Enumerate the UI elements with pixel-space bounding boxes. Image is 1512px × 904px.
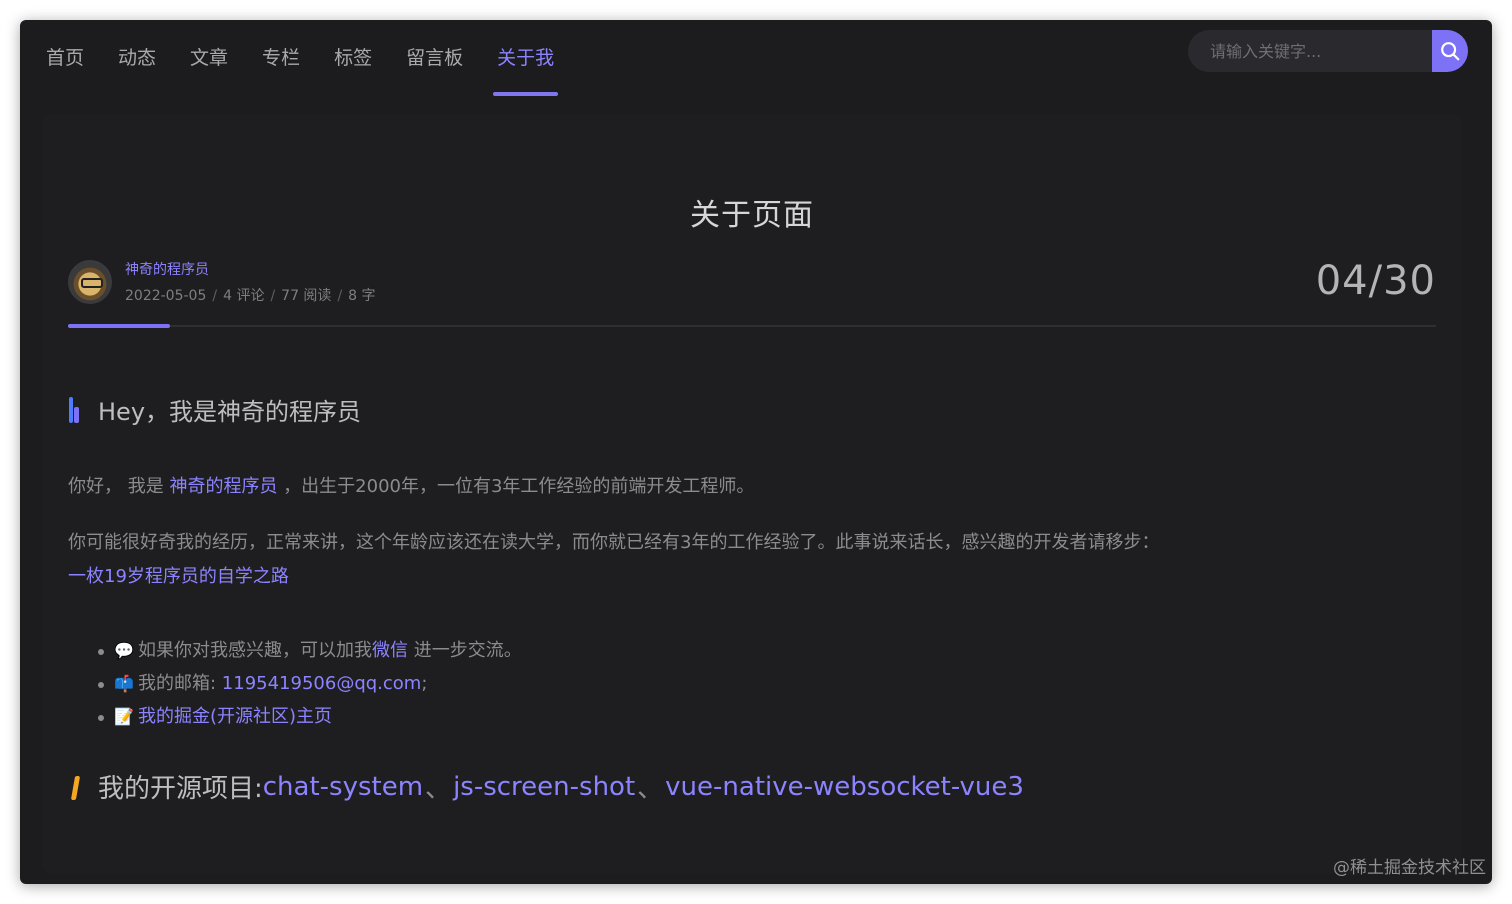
reading-progress-track — [68, 325, 1436, 327]
separator: / — [212, 288, 218, 304]
nav-item-guestbook[interactable]: 留言板 — [406, 20, 463, 92]
list-text: 我的邮箱: — [138, 673, 222, 694]
publish-date: 2022-05-05 — [125, 288, 207, 304]
list-text: 进一步交流。 — [408, 640, 522, 661]
nav-item-activity[interactable]: 动态 — [118, 20, 156, 92]
separator: 、 — [425, 774, 452, 804]
top-navigation-bar: 首页 动态 文章 专栏 标签 留言板 关于我 — [20, 20, 1492, 96]
author-link[interactable]: 神奇的程序员 — [169, 476, 277, 497]
separator: / — [337, 288, 343, 304]
story-text: 你可能很好奇我的经历，正常来讲，这个年龄应该还在读大学，而你就已经有3年的工作经… — [68, 532, 1160, 553]
project-link-chat-system[interactable]: chat-system — [263, 772, 423, 802]
list-text: ; — [421, 673, 428, 694]
separator: 、 — [637, 774, 664, 804]
wechat-link[interactable]: 微信 — [372, 640, 408, 661]
list-text: 如果你对我感兴趣，可以加我 — [138, 640, 372, 661]
section-heading-projects: 我的开源项目: chat-system 、 js-screen-shot 、 v… — [68, 768, 1024, 805]
browser-window: 首页 动态 文章 专栏 标签 留言板 关于我 关于页面 神奇的程序员 — [20, 20, 1492, 884]
nav-item-tags[interactable]: 标签 — [334, 20, 372, 92]
meta-text: 神奇的程序员 2022-05-05 / 4 评论 / 77 阅读 / 8 字 — [125, 259, 376, 305]
project-link-vue-native-websocket[interactable]: vue-native-websocket-vue3 — [665, 772, 1024, 802]
project-link-js-screen-shot[interactable]: js-screen-shot — [453, 772, 635, 802]
heading-mark-icon — [68, 774, 80, 800]
search-box — [1188, 30, 1468, 72]
list-item: 📫 我的邮箱: 1195419506@qq.com; — [96, 667, 522, 700]
list-item: 💬 如果你对我感兴趣，可以加我微信 进一步交流。 — [96, 634, 522, 667]
section-heading-hey: Hey，我是神奇的程序员 — [68, 392, 361, 427]
email-link[interactable]: 1195419506@qq.com — [222, 673, 422, 694]
nav-item-articles[interactable]: 文章 — [190, 20, 228, 92]
main-nav: 首页 动态 文章 专栏 标签 留言板 关于我 — [46, 20, 588, 96]
nav-item-home[interactable]: 首页 — [46, 20, 84, 92]
watermark: @稀土掘金技术社区 — [1333, 858, 1486, 878]
search-button[interactable] — [1432, 30, 1468, 72]
intro-paragraph: 你好， 我是 神奇的程序员 ，出生于2000年，一位有3年工作经验的前端开发工程… — [68, 470, 754, 504]
mailbox-icon: 📫 — [114, 674, 134, 693]
speech-bubble-icon: 💬 — [114, 641, 134, 660]
article-stats: 2022-05-05 / 4 评论 / 77 阅读 / 8 字 — [125, 285, 376, 305]
heading-mark-icon — [68, 396, 80, 423]
separator: / — [270, 288, 276, 304]
intro-suffix: ，出生于2000年，一位有3年工作经验的前端开发工程师。 — [277, 476, 755, 497]
author-name[interactable]: 神奇的程序员 — [125, 259, 376, 279]
date-badge: 04/30 — [1315, 258, 1436, 304]
page-title: 关于页面 — [690, 198, 814, 233]
list-item: 📝 我的掘金(开源社区)主页 — [96, 700, 522, 733]
word-count: 8 字 — [348, 288, 376, 304]
search-icon — [1441, 42, 1460, 61]
nav-item-columns[interactable]: 专栏 — [262, 20, 300, 92]
intro-prefix: 你好， 我是 — [68, 476, 170, 497]
juejin-profile-link[interactable]: 我的掘金(开源社区)主页 — [138, 706, 332, 727]
memo-icon: 📝 — [114, 707, 134, 726]
story-link[interactable]: 一枚19岁程序员的自学之路 — [68, 560, 1428, 594]
contact-list: 💬 如果你对我感兴趣，可以加我微信 进一步交流。 📫 我的邮箱: 119541950… — [96, 634, 522, 733]
view-count: 77 阅读 — [281, 288, 332, 304]
article-meta: 神奇的程序员 2022-05-05 / 4 评论 / 77 阅读 / 8 字 — [68, 258, 376, 306]
comment-count: 4 评论 — [223, 288, 265, 304]
avatar[interactable] — [68, 260, 112, 304]
nav-item-about[interactable]: 关于我 — [493, 20, 559, 96]
story-paragraph: 你可能很好奇我的经历，正常来讲，这个年龄应该还在读大学，而你就已经有3年的工作经… — [68, 526, 1428, 594]
search-input[interactable] — [1188, 30, 1432, 72]
heading-text: 我的开源项目: — [98, 774, 263, 804]
article-card: 关于页面 神奇的程序员 2022-05-05 / 4 评论 / 77 阅读 / 8 字 04… — [42, 114, 1462, 874]
heading-text: Hey，我是神奇的程序员 — [98, 398, 362, 426]
reading-progress-bar — [68, 324, 170, 328]
